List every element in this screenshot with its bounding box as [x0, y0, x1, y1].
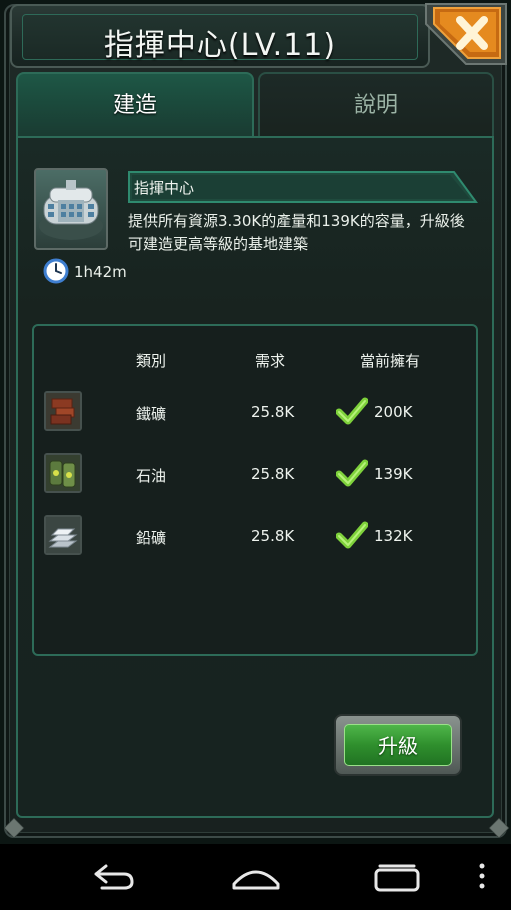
tab-description[interactable]: 說明	[258, 72, 494, 138]
home-icon[interactable]	[228, 854, 284, 898]
close-icon	[425, 3, 507, 65]
row-owned: 200K	[374, 403, 413, 421]
iron-ore-icon	[44, 391, 82, 431]
upgrade-button-label: 升級	[344, 724, 452, 766]
row-category: 石油	[136, 467, 167, 485]
check-icon	[336, 459, 368, 487]
upgrade-button[interactable]: 升級	[334, 714, 462, 776]
close-button[interactable]	[420, 0, 510, 68]
tab-build[interactable]: 建造	[16, 72, 254, 138]
app-screen: 指揮中心(LV.11) 建造 說明 1h42m 指揮中心 提供所有資源3.30K…	[0, 0, 511, 910]
row-required: 25.8K	[251, 403, 295, 421]
command-center-icon	[39, 180, 103, 240]
title-bar: 指揮中心(LV.11)	[10, 4, 430, 68]
recent-apps-icon[interactable]	[368, 854, 426, 898]
building-image	[34, 168, 108, 250]
oil-barrel-icon	[44, 453, 82, 493]
row-category: 鐵礦	[136, 405, 167, 423]
clock-icon	[43, 258, 69, 284]
page-title: 指揮中心(LV.11)	[103, 28, 337, 63]
row-required: 25.8K	[251, 465, 295, 483]
row-category: 鉛礦	[136, 529, 167, 547]
row-owned: 132K	[374, 527, 413, 545]
row-required: 25.8K	[251, 527, 295, 545]
check-icon	[336, 521, 368, 549]
requirements-table	[32, 324, 478, 656]
building-description: 提供所有資源3.30K的產量和139K的容量，升級後可建造更高等級的基地建築	[128, 212, 465, 253]
overflow-menu-icon[interactable]	[472, 854, 492, 898]
column-header-category: 類別	[136, 352, 167, 370]
system-nav-bar	[0, 844, 511, 910]
lead-ingot-icon	[44, 515, 82, 555]
check-icon	[336, 397, 368, 425]
row-owned: 139K	[374, 465, 413, 483]
build-time: 1h42m	[74, 263, 127, 281]
back-icon[interactable]	[88, 854, 138, 898]
column-header-required: 需求	[255, 352, 286, 370]
column-header-owned: 當前擁有	[360, 352, 421, 370]
building-name: 指揮中心	[134, 179, 195, 197]
